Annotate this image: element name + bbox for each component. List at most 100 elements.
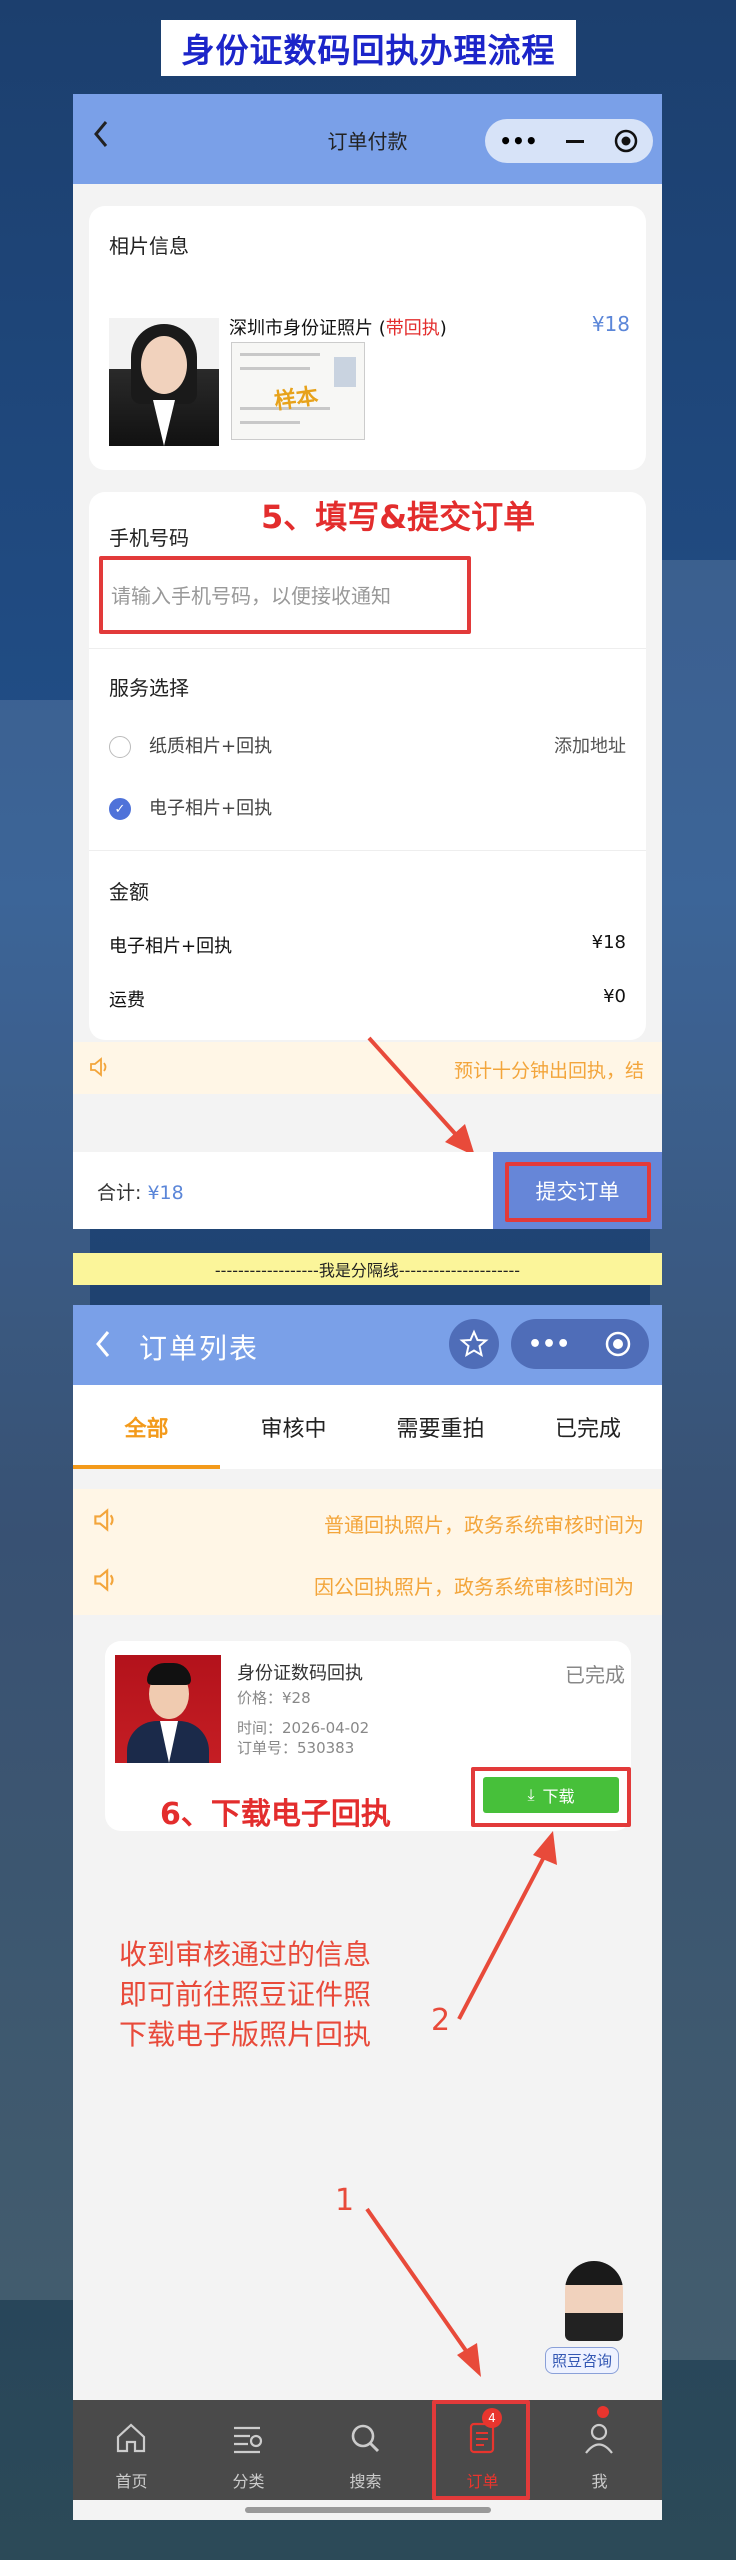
minimize-icon[interactable]	[566, 139, 585, 143]
arrow-to-download	[457, 1831, 557, 2020]
tab-all[interactable]: 全部	[73, 1385, 220, 1469]
service-option-label: 电子相片+回执	[149, 798, 273, 819]
download-button[interactable]: ⤓ 下载	[483, 1777, 619, 1813]
download-icon: ⤓	[527, 1785, 535, 1804]
user-icon	[579, 2418, 619, 2458]
orders-tab-highlight	[432, 2400, 530, 2500]
photo-info-card: 相片信息 深圳市身份证照片 (带回执) ¥18 样本	[89, 206, 646, 470]
notice-bar: 普通回执照片，政务系统审核时间为 因公回执照片，政务系统审核时间为	[73, 1489, 662, 1615]
speaker-icon	[89, 1056, 111, 1083]
close-circle-icon[interactable]	[613, 128, 639, 154]
tabbar-label: 我	[591, 2472, 608, 2491]
product-name-text: 深圳市身份证照片	[229, 318, 373, 339]
submit-highlight	[505, 1162, 651, 1222]
add-address-link[interactable]: 添加地址	[554, 732, 626, 758]
download-label: 下载	[542, 1787, 575, 1806]
amount-row-value: ¥0	[603, 986, 626, 1007]
order-photo-thumbnail	[115, 1655, 221, 1763]
instruction-line: 即可前往照豆证件照	[119, 1978, 372, 2011]
divider	[89, 850, 646, 851]
radio-checked-icon[interactable]: ✓	[109, 798, 131, 820]
sample-stamp: 样本	[272, 384, 320, 415]
phone-label: 手机号码	[109, 526, 189, 550]
notice-text: 普通回执照片，政务系统审核时间为	[324, 1513, 644, 1537]
home-indicator	[245, 2507, 491, 2513]
consult-widget[interactable]: 照豆咨询	[539, 2255, 649, 2375]
nav-title: 订单列表	[139, 1332, 260, 1365]
step5-annotation: 5、填写&提交订单	[261, 498, 536, 536]
consult-avatar	[565, 2261, 623, 2341]
nav-bar: 订单付款 •••	[73, 94, 662, 184]
more-icon[interactable]: •••	[528, 1332, 570, 1357]
radio-unchecked-icon[interactable]	[109, 736, 131, 758]
tab-completed[interactable]: 已完成	[514, 1385, 662, 1469]
background-decoration	[650, 560, 736, 2360]
order-tabs: 全部 审核中 需要重拍 已完成	[73, 1385, 662, 1469]
service-option-label: 纸质相片+回执	[149, 736, 273, 757]
favorite-button[interactable]	[449, 1319, 499, 1369]
separator: ------------------我是分隔线-----------------…	[73, 1253, 662, 1285]
amount-row-label: 运费	[109, 990, 145, 1011]
marker-1: 1	[335, 2183, 355, 2218]
marker-2: 2	[431, 2003, 451, 2038]
checkout-bar: 合计: ¥18 提交订单	[73, 1152, 662, 1229]
order-list-screen: 订单列表 ••• 全部 审核中 需要重拍 已完成 普通回执照片，政务系统审核时间…	[73, 1305, 662, 2520]
nav-bar: 订单列表 •••	[73, 1305, 662, 1385]
speaker-icon	[93, 1567, 119, 1598]
order-status: 已完成	[565, 1663, 625, 1687]
notice-text: 因公回执照片，政务系统审核时间为	[314, 1575, 634, 1599]
instruction-text: 收到审核通过的信息 即可前往照豆证件照 下载电子版照片回执	[119, 1935, 371, 2055]
product-price: ¥18	[591, 312, 630, 336]
tabbar-item-search[interactable]: 搜索	[307, 2400, 424, 2500]
service-label: 服务选择	[109, 676, 189, 700]
back-icon[interactable]	[95, 1329, 111, 1367]
close-circle-icon[interactable]	[604, 1330, 632, 1358]
page-title: 身份证数码回执办理流程	[161, 20, 576, 76]
divider	[89, 648, 646, 649]
tabbar-item-home[interactable]: 首页	[73, 2400, 190, 2500]
total-label: 合计:	[97, 1182, 142, 1204]
id-photo-thumbnail	[109, 318, 219, 446]
tabbar-label: 首页	[115, 2472, 148, 2491]
service-option-digital[interactable]: ✓ 电子相片+回执	[89, 786, 646, 830]
tabbar-label: 分类	[232, 2472, 265, 2491]
tab-reviewing[interactable]: 审核中	[220, 1385, 367, 1469]
speaker-icon	[93, 1507, 119, 1538]
amount-row-value: ¥18	[591, 932, 626, 953]
search-icon	[345, 2418, 385, 2458]
product-name: 深圳市身份证照片 (带回执)	[229, 314, 447, 340]
bottom-tab-bar: 首页 分类 搜索 4 订单 我	[73, 2400, 662, 2500]
order-time: 时间：2026-04-02	[237, 1719, 370, 1737]
tabbar-item-category[interactable]: 分类	[190, 2400, 307, 2500]
service-option-paper[interactable]: 纸质相片+回执 添加地址	[89, 724, 646, 768]
arrow-to-submit	[367, 1036, 475, 1156]
more-icon[interactable]: •••	[499, 129, 537, 153]
product-tag-close: )	[439, 318, 447, 339]
mini-program-capsule: •••	[511, 1319, 649, 1369]
total-value: ¥18	[147, 1182, 184, 1204]
arrow-to-order-tab	[365, 2207, 481, 2377]
mini-program-capsule: •••	[485, 119, 653, 163]
photo-info-label: 相片信息	[109, 234, 189, 258]
product-tag-open: (	[378, 318, 386, 339]
tabbar-label: 搜索	[349, 2472, 382, 2491]
consult-label: 照豆咨询	[545, 2347, 620, 2374]
order-form-card: 手机号码 5、填写&提交订单 请输入手机号码，以便接收通知 服务选择 纸质相片+…	[89, 492, 646, 1040]
order-title: 身份证数码回执	[237, 1663, 363, 1684]
amount-label: 金额	[109, 880, 149, 904]
amount-row-label: 电子相片+回执	[109, 936, 233, 957]
product-tag: 带回执	[385, 318, 440, 339]
order-number: 订单号：530383	[237, 1739, 355, 1757]
step6-annotation: 6、下载电子回执	[160, 1797, 391, 1832]
tabbar-item-me[interactable]: 我	[541, 2400, 658, 2500]
instruction-line: 下载电子版照片回执	[119, 2018, 372, 2051]
order-payment-screen: 订单付款 ••• 相片信息 深圳市身份证照片 (带回执) ¥18 样本 手机号码…	[73, 94, 662, 1229]
instruction-line: 收到审核通过的信息	[119, 1938, 372, 1971]
phone-input[interactable]: 请输入手机号码，以便接收通知	[111, 580, 391, 609]
tab-retake[interactable]: 需要重拍	[367, 1385, 514, 1469]
tabbar-item-orders[interactable]: 4 订单	[424, 2400, 541, 2500]
active-tab-indicator	[73, 1465, 220, 1469]
star-icon	[459, 1329, 489, 1358]
total-amount: 合计: ¥18	[97, 1178, 184, 1205]
list-icon	[228, 2418, 268, 2458]
